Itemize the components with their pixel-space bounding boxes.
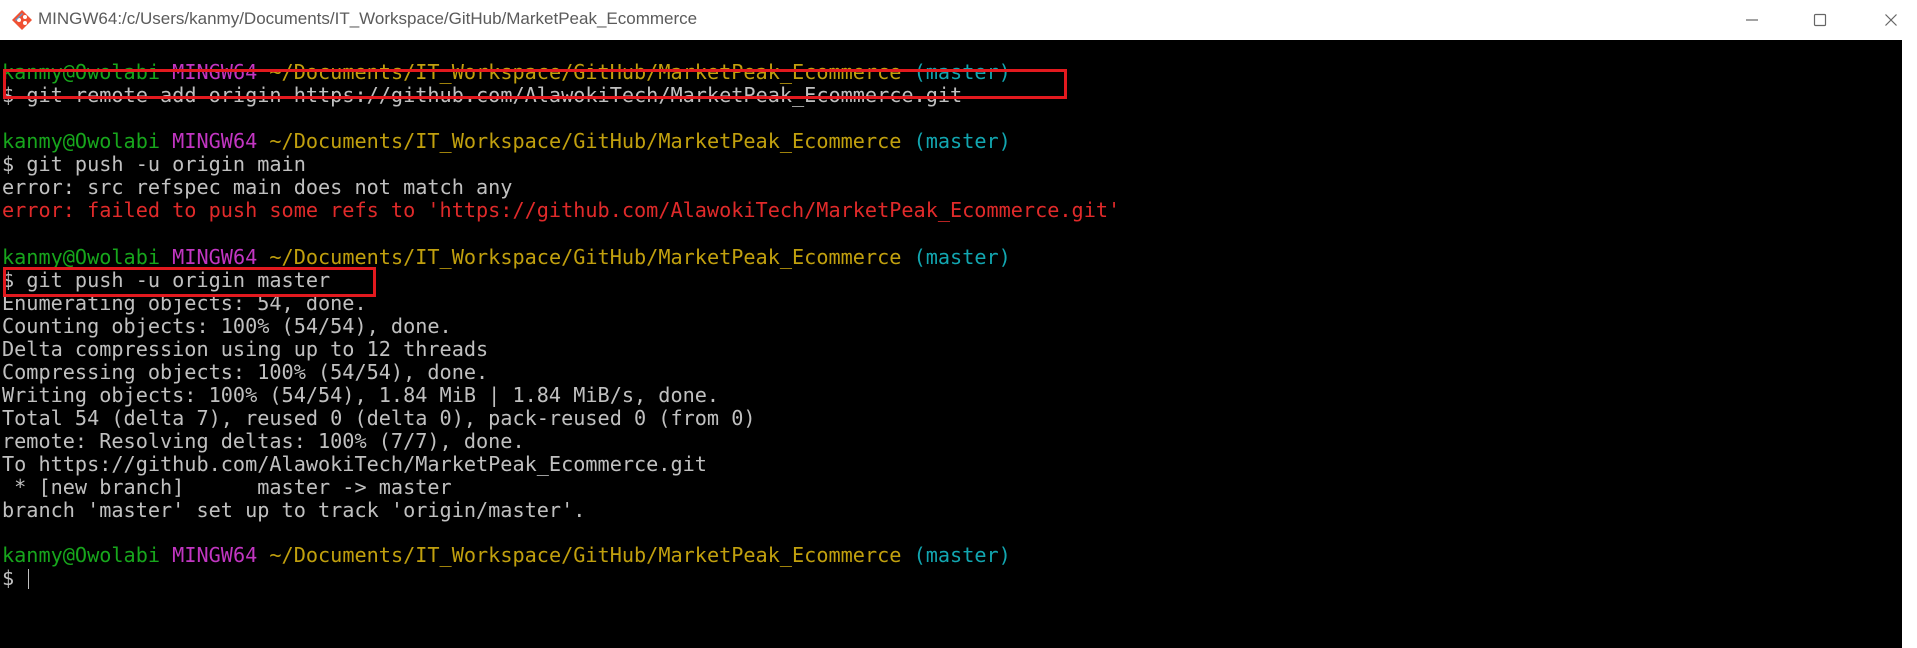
prompt-host: MINGW64 xyxy=(172,245,258,269)
maximize-button[interactable] xyxy=(1792,0,1848,40)
prompt-user: kanmy@Owolabi xyxy=(2,129,161,153)
highlight-box xyxy=(3,69,1067,99)
git-bash-icon xyxy=(11,9,33,31)
error-line: error: src refspec main does not match a… xyxy=(2,175,513,199)
output-line: Counting objects: 100% (54/54), done. xyxy=(2,314,452,338)
prompt-symbol: $ xyxy=(2,152,15,176)
prompt-branch: (master) xyxy=(913,543,1011,567)
terminal-window: MINGW64:/c/Users/kanmy/Documents/IT_Work… xyxy=(0,0,1917,648)
prompt-host: MINGW64 xyxy=(172,129,258,153)
prompt-line: kanmy@Owolabi MINGW64 ~/Documents/IT_Wor… xyxy=(2,544,1011,567)
prompt-branch: (master) xyxy=(913,129,1011,153)
prompt-host: MINGW64 xyxy=(172,543,258,567)
scrollbar-track[interactable] xyxy=(1902,40,1917,648)
prompt-user: kanmy@Owolabi xyxy=(2,543,161,567)
output-line: Compressing objects: 100% (54/54), done. xyxy=(2,360,489,384)
prompt-symbol: $ xyxy=(2,566,15,590)
text-cursor xyxy=(28,569,30,589)
command-text: git push -u origin main xyxy=(26,152,306,176)
output-line: Total 54 (delta 7), reused 0 (delta 0), … xyxy=(2,406,756,430)
output-line: branch 'master' set up to track 'origin/… xyxy=(2,498,586,522)
output-line: * [new branch] master -> master xyxy=(2,475,452,499)
output-line: Writing objects: 100% (54/54), 1.84 MiB … xyxy=(2,383,720,407)
prompt-path: ~/Documents/IT_Workspace/GitHub/MarketPe… xyxy=(269,245,902,269)
input-line[interactable]: $ xyxy=(2,566,30,590)
window-title: MINGW64:/c/Users/kanmy/Documents/IT_Work… xyxy=(38,9,698,28)
minimize-button[interactable] xyxy=(1724,0,1780,40)
prompt-branch: (master) xyxy=(913,245,1011,269)
terminal-output[interactable]: kanmy@Owolabi MINGW64 ~/Documents/IT_Wor… xyxy=(0,40,1902,648)
close-button[interactable] xyxy=(1863,0,1917,40)
maximize-icon xyxy=(1813,13,1827,27)
minimize-icon xyxy=(1746,19,1758,21)
highlight-box xyxy=(3,267,376,297)
command-line: $ git push -u origin main xyxy=(2,153,306,176)
close-icon xyxy=(1885,14,1897,26)
output-line: Delta compression using up to 12 threads xyxy=(2,337,489,361)
output-line: remote: Resolving deltas: 100% (7/7), do… xyxy=(2,429,525,453)
title-bar[interactable]: MINGW64:/c/Users/kanmy/Documents/IT_Work… xyxy=(0,0,1917,40)
prompt-line: kanmy@Owolabi MINGW64 ~/Documents/IT_Wor… xyxy=(2,130,1011,153)
prompt-path: ~/Documents/IT_Workspace/GitHub/MarketPe… xyxy=(269,129,902,153)
output-line: To https://github.com/AlawokiTech/Market… xyxy=(2,452,707,476)
prompt-path: ~/Documents/IT_Workspace/GitHub/MarketPe… xyxy=(269,543,902,567)
prompt-line: kanmy@Owolabi MINGW64 ~/Documents/IT_Wor… xyxy=(2,246,1011,269)
error-line: error: failed to push some refs to 'http… xyxy=(2,198,1121,222)
prompt-user: kanmy@Owolabi xyxy=(2,245,161,269)
